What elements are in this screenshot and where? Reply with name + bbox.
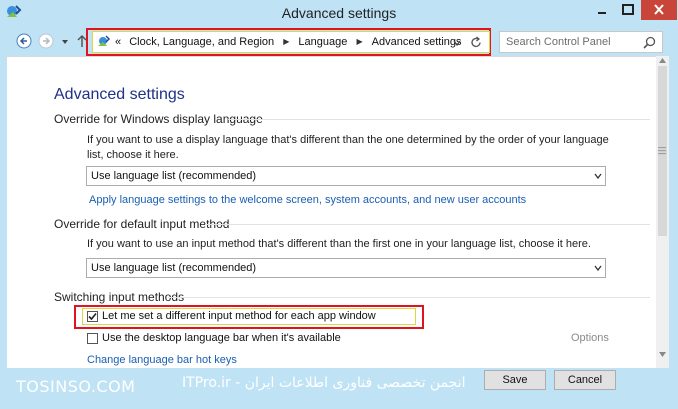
input-method-description: If you want to use an input method that'… [87,238,591,250]
address-history-chevron-down-icon[interactable] [453,40,461,46]
search-icon[interactable] [643,36,656,49]
close-icon [654,4,664,15]
language-bar-options-link[interactable]: Options [571,332,609,344]
scroll-down-icon[interactable] [659,352,666,357]
forward-icon[interactable] [38,33,54,49]
section-divider [205,224,650,225]
section-divider [168,297,650,298]
chevron-down-icon [594,173,602,179]
address-bar[interactable]: « Clock, Language, and Region ▶ Language… [92,31,490,53]
cancel-button[interactable]: Cancel [554,370,616,390]
breadcrumb-item-clock-language-region[interactable]: Clock, Language, and Region [129,36,274,48]
apply-language-settings-link[interactable]: Apply language settings to the welcome s… [89,194,526,206]
display-language-select[interactable]: Use language list (recommended) [86,166,606,186]
refresh-icon[interactable] [470,36,482,49]
display-language-description: If you want to use a display language th… [87,134,609,161]
maximize-icon [622,4,634,15]
scroll-up-icon[interactable] [659,58,666,63]
change-hot-keys-link[interactable]: Change language bar hot keys [87,354,237,366]
breadcrumb-item-advanced-settings[interactable]: Advanced settings [372,36,462,48]
scrollbar-grip-icon: — — — [658,143,666,158]
breadcrumb-overflow[interactable]: « [115,36,121,48]
footer-bar: TOSINSO.COM ITPro.ir - انجمن تخصصی فناور… [0,368,678,409]
breadcrumb-item-language[interactable]: Language [298,36,347,48]
page-title: Advanced settings [54,86,185,103]
breadcrumb-separator-icon[interactable]: ▶ [356,37,362,46]
checkmark-icon [88,312,97,321]
window-title: Advanced settings [281,5,397,21]
section-title-input-method: Override for default input method [54,217,230,231]
recent-pages-chevron-down-icon[interactable] [61,38,69,46]
input-method-select[interactable]: Use language list (recommended) [86,258,606,278]
minimize-button[interactable] [589,0,615,20]
maximize-button[interactable] [615,0,641,20]
watermark-tosinso: TOSINSO.COM [16,377,136,396]
section-title-switching-input: Switching input methods [54,290,185,304]
minimize-icon [598,12,606,14]
desktop-language-bar-label[interactable]: Use the desktop language bar when it's a… [102,332,341,344]
input-method-select-value: Use language list (recommended) [91,262,257,274]
section-divider [228,119,650,120]
display-language-select-value: Use language list (recommended) [91,170,257,182]
vertical-scrollbar[interactable]: — — — [656,56,669,368]
desktop-language-bar-checkbox[interactable] [87,333,98,344]
save-button[interactable]: Save [484,370,546,390]
navigation-bar: « Clock, Language, and Region ▶ Language… [0,26,678,56]
close-button[interactable] [641,0,677,20]
breadcrumb-separator-icon[interactable]: ▶ [283,37,289,46]
chevron-down-icon [594,265,602,271]
search-input[interactable]: Search Control Panel [499,31,663,53]
control-panel-icon [98,35,111,46]
per-app-input-method-checkbox[interactable] [87,311,98,322]
back-icon[interactable] [16,33,32,49]
per-app-input-method-label[interactable]: Let me set a different input method for … [102,310,376,322]
title-bar: Advanced settings [0,0,678,26]
watermark-itpro: ITPro.ir - انجمن تخصصی فناوری اطلاعات ای… [182,375,466,391]
search-placeholder: Search Control Panel [506,36,611,48]
